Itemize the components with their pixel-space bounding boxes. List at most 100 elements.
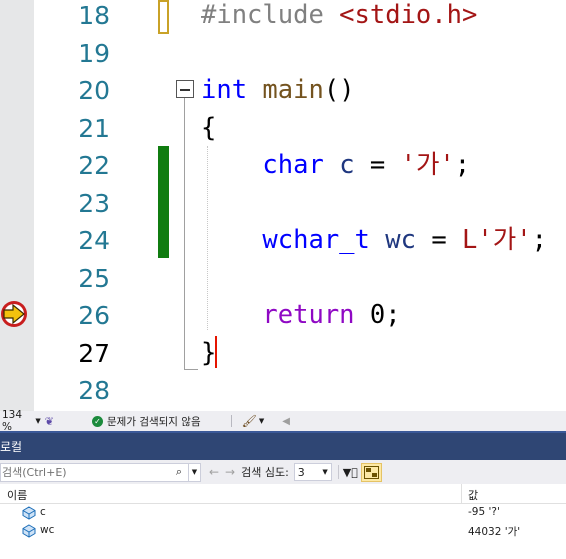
- variable-name: wc: [40, 524, 55, 536]
- variable-value[interactable]: 44032 '가': [468, 524, 520, 539]
- code-line[interactable]: 26 return 0;: [0, 297, 566, 335]
- code-token: <stdio.h>: [339, 0, 478, 30]
- zoom-level: 134 %: [2, 409, 23, 433]
- hex-display-toggle-icon[interactable]: [360, 462, 382, 482]
- line-number: 22: [78, 151, 110, 180]
- column-header-value[interactable]: 값: [468, 487, 478, 503]
- variable-name: c: [40, 506, 46, 518]
- code-line[interactable]: 19: [0, 35, 566, 73]
- text-cursor: [215, 336, 217, 368]
- code-text[interactable]: wchar_t wc = L'가';: [201, 222, 547, 260]
- code-line[interactable]: 21 {: [0, 110, 566, 148]
- table-row[interactable]: c -95 '?': [0, 504, 566, 522]
- issues-indicator[interactable]: ✓ 문제가 검색되지 않음: [92, 414, 201, 429]
- pin-filter-icon[interactable]: ▼⃝: [343, 466, 358, 479]
- line-number: 19: [78, 38, 110, 68]
- code-token: L'가': [462, 225, 532, 255]
- unsaved-change-marker: [158, 146, 169, 258]
- line-number: 27: [78, 338, 110, 368]
- code-text[interactable]: char c = '가';: [201, 147, 470, 185]
- code-line[interactable]: 18 #include <stdio.h>: [0, 0, 566, 35]
- code-token: char: [262, 150, 324, 180]
- code-text[interactable]: #include <stdio.h>: [201, 0, 477, 35]
- chevron-down-icon: ▼: [35, 417, 41, 425]
- search-depth-value: 3: [297, 465, 305, 479]
- locals-grid-header: 이름 값: [0, 484, 566, 504]
- saved-change-marker: [158, 0, 169, 34]
- outline-guide: [184, 98, 185, 370]
- locals-toolbar: 검색(Ctrl+E) ⌕ ▼ ←→ 검색 심도: 3 ▼ ▼⃝: [0, 460, 566, 484]
- code-token: c: [339, 150, 355, 180]
- code-token: ;: [385, 300, 401, 330]
- code-token: {: [201, 112, 217, 143]
- issues-text: 문제가 검색되지 않음: [107, 415, 201, 428]
- code-cleanup-button[interactable]: 🖌 ▼: [242, 414, 265, 428]
- hex-icon: [363, 465, 379, 479]
- line-number: 21: [78, 113, 110, 143]
- search-placeholder: 검색(Ctrl+E): [2, 466, 67, 479]
- code-line[interactable]: 28: [0, 372, 566, 410]
- line-number: 26: [78, 301, 110, 330]
- search-icon[interactable]: ⌕: [170, 465, 188, 479]
- code-token: =: [354, 150, 401, 180]
- variable-value[interactable]: -95 '?': [468, 506, 500, 518]
- search-input[interactable]: 검색(Ctrl+E) ⌕ ▼: [0, 462, 201, 482]
- status-divider: [230, 415, 232, 427]
- code-line[interactable]: 20 int main(): [0, 72, 566, 110]
- code-line[interactable]: 22 char c = '가';: [0, 147, 566, 185]
- code-token: 0: [369, 300, 386, 330]
- editor-status-bar: 134 % ▼ ❦ ✓ 문제가 검색되지 않음 🖌 ▼ ◀: [0, 409, 566, 433]
- code-line[interactable]: 24 wchar_t wc = L'가';: [0, 222, 566, 260]
- collapse-outline-toggle[interactable]: [176, 80, 194, 98]
- variable-icon: [22, 524, 36, 538]
- code-token: (): [323, 75, 355, 105]
- brush-icon: 🖌: [241, 414, 257, 428]
- line-number: 25: [78, 263, 110, 293]
- outline-guide-end: [184, 369, 198, 370]
- code-text[interactable]: return 0;: [201, 297, 401, 335]
- code-line[interactable]: 25: [0, 260, 566, 298]
- table-row[interactable]: wc 44032 '가': [0, 522, 566, 540]
- code-token: '가': [400, 150, 455, 180]
- search-depth-label: 검색 심도:: [241, 466, 289, 479]
- column-header-name[interactable]: 이름: [7, 487, 27, 503]
- code-token: main: [262, 75, 324, 105]
- code-editor[interactable]: 18 #include <stdio.h> 19 20 int main() 21 {22 …: [0, 0, 566, 411]
- code-token: ;: [454, 150, 471, 180]
- column-resizer[interactable]: [461, 484, 462, 504]
- execution-pointer-icon: [1, 301, 27, 327]
- code-token: wchar_t: [262, 225, 370, 255]
- line-number: 23: [78, 188, 110, 218]
- search-navigation-arrows[interactable]: ←→: [209, 465, 241, 479]
- chevron-down-icon[interactable]: ▼: [188, 463, 200, 481]
- line-number: 28: [78, 376, 110, 405]
- code-line[interactable]: 23: [0, 185, 566, 223]
- chevron-down-icon: ▼: [322, 468, 328, 476]
- code-token: ;: [531, 225, 547, 255]
- scroll-left-icon[interactable]: ◀: [282, 416, 290, 427]
- code-token: wc: [385, 225, 416, 255]
- code-token: =: [415, 225, 463, 255]
- line-number: 20: [78, 76, 110, 105]
- code-token: #include: [201, 0, 340, 30]
- code-text[interactable]: int main(): [201, 72, 355, 110]
- line-number: 24: [78, 226, 110, 255]
- zoom-level-control[interactable]: 134 % ▼ ❦: [2, 409, 54, 433]
- variable-icon: [22, 506, 36, 520]
- search-depth-select[interactable]: 3 ▼: [293, 463, 332, 481]
- check-icon: ✓: [92, 415, 103, 427]
- locals-window-title[interactable]: 로컬: [0, 431, 566, 460]
- copilot-icon[interactable]: ❦: [45, 415, 54, 428]
- code-line[interactable]: 27}: [0, 335, 566, 373]
- code-token: int: [201, 75, 248, 105]
- window-title: 로컬: [0, 440, 23, 454]
- code-text[interactable]: {: [201, 110, 216, 148]
- toolbar-divider: [337, 465, 339, 479]
- chevron-down-icon: ▼: [258, 417, 265, 425]
